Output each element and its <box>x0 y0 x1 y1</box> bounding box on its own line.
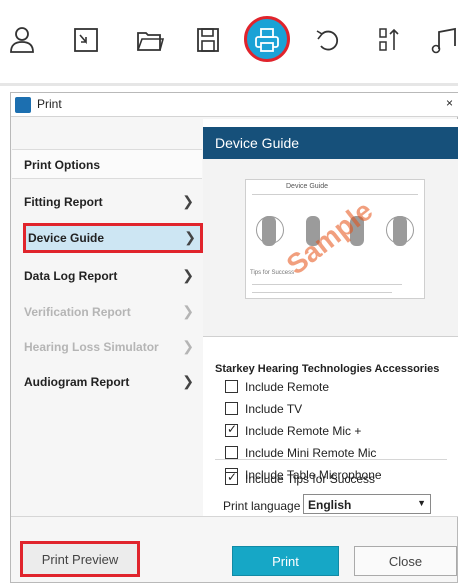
checkbox-label: Include TV <box>245 402 303 416</box>
undo-icon[interactable] <box>308 20 348 60</box>
thumbnail-tips: Tips for Success <box>250 270 295 276</box>
chevron-right-icon: ❯ <box>182 373 194 389</box>
checkbox-box[interactable] <box>225 422 238 437</box>
print-language-select[interactable]: English ▼ <box>303 494 431 514</box>
checkbox-label: Include Mini Remote Mic <box>245 446 377 460</box>
thumbnail-line <box>252 194 418 195</box>
option-label: Device Guide <box>28 231 105 245</box>
hearing-aid-image <box>393 216 407 246</box>
dropdown-arrow-icon: ▼ <box>417 498 426 508</box>
close-button[interactable]: Close <box>354 546 457 576</box>
option-label: Fitting Report <box>24 195 103 209</box>
sample-thumbnail: Device Guide Tips for Success Sample <box>245 179 425 299</box>
thumbnail-title: Device Guide <box>286 183 329 190</box>
checkbox-box[interactable] <box>225 380 238 393</box>
checkbox-box[interactable] <box>225 402 238 415</box>
print-options-title: Print Options <box>24 158 100 172</box>
print-button[interactable]: Print <box>232 546 339 576</box>
accessories-title: Starkey Hearing Technologies Accessories <box>215 363 440 375</box>
new-document-icon[interactable] <box>66 20 106 60</box>
checkbox-separator <box>215 459 447 460</box>
sample-watermark: Sample <box>280 194 379 281</box>
option-label: Audiogram Report <box>24 375 130 389</box>
save-icon[interactable] <box>188 20 228 60</box>
print-preview-button[interactable]: Print Preview <box>20 541 140 577</box>
print-options-header: Print Options <box>12 149 202 179</box>
thumbnail-line <box>252 292 392 293</box>
option-verification-report: Verification Report ❯ <box>12 297 202 327</box>
main-toolbar <box>0 0 458 80</box>
hearing-aid-ring <box>256 216 284 244</box>
toolbar-separator <box>0 83 458 86</box>
device-guide-panel: Device Guide Device Guide Tips for Succe… <box>203 119 458 516</box>
option-label: Verification Report <box>24 305 131 319</box>
print-language-label: Print language <box>223 499 301 513</box>
chevron-right-icon: ❯ <box>182 267 194 283</box>
chevron-right-icon: ❯ <box>184 229 196 245</box>
dialog-titlebar: Print × <box>11 93 458 117</box>
checkbox-box[interactable] <box>225 470 238 485</box>
option-label: Hearing Loss Simulator <box>24 340 159 354</box>
person-icon[interactable] <box>2 20 42 60</box>
dialog-title: Print <box>37 97 62 111</box>
device-guide-header: Device Guide <box>203 127 458 159</box>
checkbox-label: Include Tips for Success <box>245 472 376 486</box>
open-folder-icon[interactable] <box>130 20 170 60</box>
chevron-right-icon: ❯ <box>182 338 194 354</box>
option-fitting-report[interactable]: Fitting Report ❯ <box>12 187 202 217</box>
option-data-log-report[interactable]: Data Log Report ❯ <box>12 261 202 291</box>
option-label: Data Log Report <box>24 269 118 283</box>
checkbox-label: Include Remote Mic + <box>245 424 362 438</box>
device-guide-title: Device Guide <box>215 135 300 151</box>
print-options-panel: Print Options Fitting Report ❯ Device Gu… <box>12 119 203 516</box>
chevron-right-icon: ❯ <box>182 193 194 209</box>
checkbox-box[interactable] <box>225 446 238 459</box>
chevron-right-icon: ❯ <box>182 303 194 319</box>
footer-separator <box>11 516 458 517</box>
music-note-icon[interactable] <box>424 20 458 60</box>
option-device-guide[interactable]: Device Guide ❯ <box>23 223 203 253</box>
thumbnail-line <box>252 284 402 285</box>
print-language-value: English <box>308 498 352 512</box>
preview-area: Device Guide Tips for Success Sample <box>203 159 458 337</box>
option-audiogram-report[interactable]: Audiogram Report ❯ <box>12 367 202 397</box>
app-icon <box>15 97 31 113</box>
print-dialog: Print × Print Options Fitting Report ❯ D… <box>10 92 458 583</box>
close-icon[interactable]: × <box>446 96 453 110</box>
print-icon[interactable] <box>247 20 287 60</box>
sort-icon[interactable] <box>370 20 410 60</box>
option-hearing-loss-simulator: Hearing Loss Simulator ❯ <box>12 332 202 362</box>
checkbox-label: Include Remote <box>245 380 330 394</box>
